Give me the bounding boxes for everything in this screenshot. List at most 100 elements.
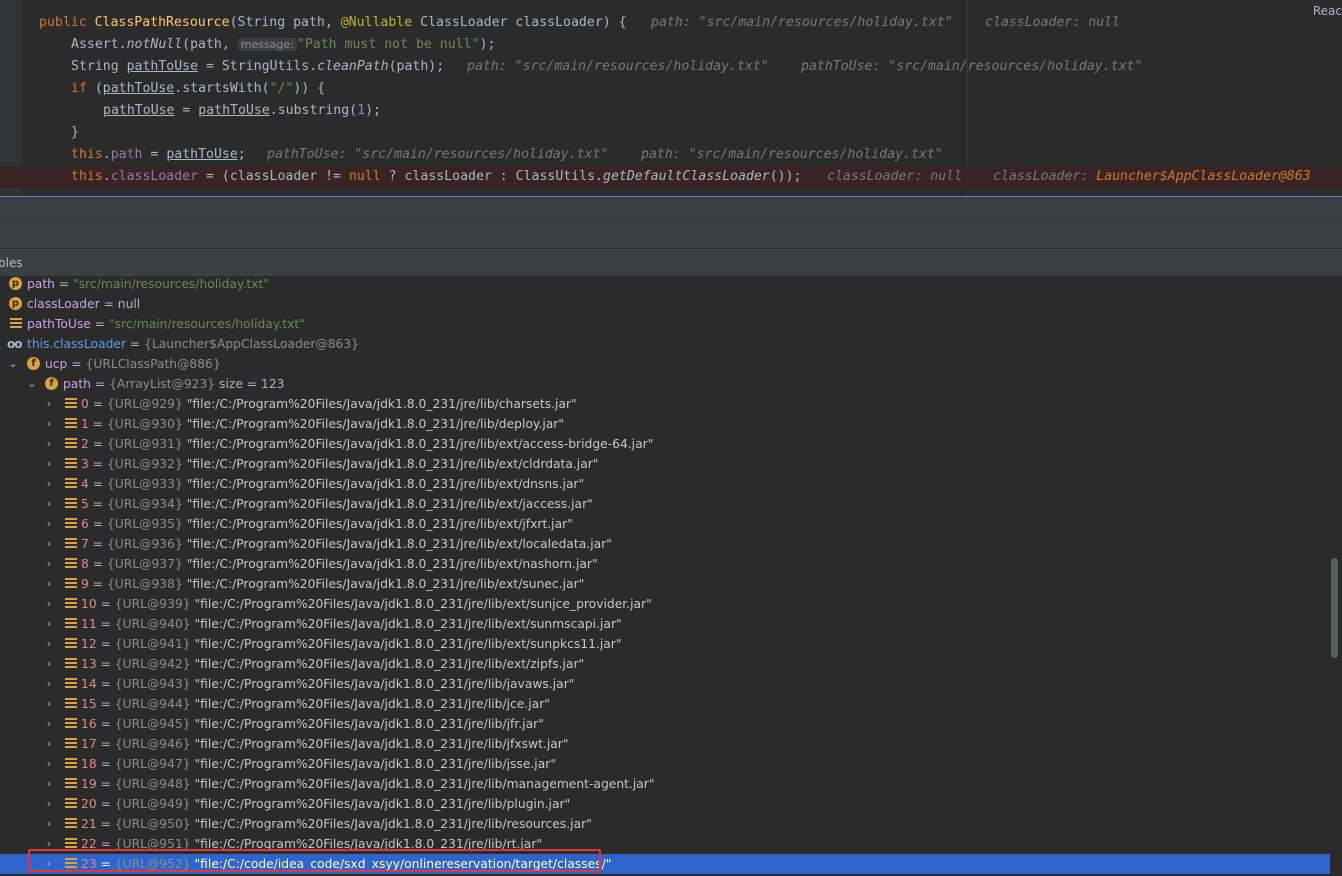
tree-row-url-entry[interactable]: › 10 = {URL@939} "file:/C:/Program%20File… — [0, 594, 1330, 614]
chevron-down-icon[interactable]: ⌄ — [8, 354, 18, 374]
tree-row-url-entry[interactable]: › 16 = {URL@945} "file:/C:/Program%20File… — [0, 714, 1330, 734]
number-literal: 1 — [357, 103, 366, 118]
entry-ref: {URL@935} — [106, 517, 183, 531]
tree-row-url-entry[interactable]: › 6 = {URL@935} "file:/C:/Program%20Files… — [0, 514, 1330, 534]
tree-row-ucp-path[interactable]: ⌄ f path = {ArrayList@923} size = 123 — [0, 374, 1330, 394]
parameter-icon: p — [9, 297, 22, 310]
tree-row-url-entry[interactable]: › 21 = {URL@950} "file:/C:/Program%20File… — [0, 814, 1330, 834]
chevron-right-icon[interactable]: › — [44, 594, 54, 614]
entry-ref: {URL@932} — [106, 457, 183, 471]
chevron-right-icon[interactable]: › — [44, 534, 54, 554]
equals-sign: = — [88, 577, 107, 591]
tree-row-url-entry[interactable]: › 17 = {URL@946} "file:/C:/Program%20File… — [0, 734, 1330, 754]
tree-row-ucp[interactable]: ⌄ f ucp = {URLClassPath@886} — [0, 354, 1330, 374]
tree-row-url-entry[interactable]: › 15 = {URL@944} "file:/C:/Program%20File… — [0, 694, 1330, 714]
chevron-right-icon[interactable]: › — [44, 814, 54, 834]
chevron-right-icon[interactable]: › — [44, 514, 54, 534]
chevron-right-icon[interactable]: › — [44, 774, 54, 794]
tree-row-url-entry[interactable]: › 7 = {URL@936} "file:/C:/Program%20Files… — [0, 534, 1330, 554]
chevron-right-icon[interactable]: › — [44, 674, 54, 694]
tree-row-url-entry[interactable]: › 18 = {URL@947} "file:/C:/Program%20File… — [0, 754, 1330, 774]
chevron-right-icon[interactable]: › — [44, 614, 54, 634]
code-text: Assert. — [71, 37, 127, 52]
chevron-right-icon[interactable]: › — [44, 394, 54, 414]
tree-row-url-entry[interactable]: › 5 = {URL@934} "file:/C:/Program%20Files… — [0, 494, 1330, 514]
chevron-right-icon[interactable]: › — [44, 474, 54, 494]
chevron-right-icon[interactable]: › — [44, 454, 54, 474]
chevron-right-icon[interactable]: › — [44, 794, 54, 814]
chevron-right-icon[interactable]: › — [44, 554, 54, 574]
array-element-icon — [65, 478, 77, 489]
inline-debug-hint: pathToUse: "src/main/resources/holiday.t… — [801, 59, 1143, 74]
method-call: cleanPath — [317, 59, 389, 74]
equals-sign: = — [90, 377, 110, 391]
entry-url: "file:/C:/Program%20Files/Java/jdk1.8.0_… — [186, 457, 599, 471]
tree-row-url-entry[interactable]: › 11 = {URL@940} "file:/C:/Program%20File… — [0, 614, 1330, 634]
var-value: {URLClassPath@886} — [85, 357, 221, 371]
chevron-right-icon[interactable]: › — [44, 714, 54, 734]
tree-row-url-entry[interactable]: › 19 = {URL@948} "file:/C:/Program%20File… — [0, 774, 1330, 794]
chevron-right-icon[interactable]: › — [44, 434, 54, 454]
array-element-icon — [65, 578, 77, 589]
chevron-right-icon[interactable]: › — [44, 694, 54, 714]
var-name: pathToUse — [27, 317, 91, 331]
tree-row-classloader[interactable]: p classLoader = null — [0, 294, 1330, 314]
tree-row-url-entry[interactable]: › 20 = {URL@949} "file:/C:/Program%20File… — [0, 794, 1330, 814]
debug-toolbar[interactable] — [0, 196, 1342, 223]
entry-index: 0 — [81, 397, 89, 411]
chevron-down-icon[interactable]: ⌄ — [27, 374, 37, 394]
tree-row-url-entry[interactable]: › 1 = {URL@930} "file:/C:/Program%20Files… — [0, 414, 1330, 434]
equals-sign: = — [54, 277, 74, 291]
chevron-right-icon[interactable]: › — [44, 734, 54, 754]
debug-subtoolbar[interactable] — [0, 222, 1342, 249]
tree-row-url-entry[interactable]: › 3 = {URL@932} "file:/C:/Program%20Files… — [0, 454, 1330, 474]
code-text: ClassLoader classLoader) { — [412, 15, 627, 30]
code-text: = — [174, 103, 199, 118]
chevron-right-icon[interactable]: › — [44, 754, 54, 774]
tree-scrollbar[interactable] — [1331, 558, 1338, 658]
chevron-right-icon[interactable]: › — [44, 414, 54, 434]
entry-ref: {URL@936} — [106, 537, 183, 551]
tree-row-pathtouse[interactable]: pathToUse = "src/main/resources/holiday.… — [0, 314, 1330, 334]
entry-url: "file:/C:/Program%20Files/Java/jdk1.8.0_… — [186, 497, 593, 511]
chevron-right-icon[interactable]: › — [44, 654, 54, 674]
chevron-right-icon[interactable]: › — [44, 634, 54, 654]
entry-index: 4 — [81, 477, 89, 491]
array-element-icon — [65, 518, 77, 529]
entry-ref: {URL@938} — [106, 577, 183, 591]
entry-ref: {URL@942} — [114, 657, 191, 671]
equals-sign: = — [88, 417, 107, 431]
code-editor[interactable]: Reac public ClassPathResource(String pat… — [0, 0, 1342, 196]
code-text: = — [142, 147, 167, 162]
equals-sign: = — [96, 617, 115, 631]
annotation-highlight-box — [28, 849, 601, 872]
tree-row-url-entry[interactable]: › 14 = {URL@943} "file:/C:/Program%20File… — [0, 674, 1330, 694]
code-text: ? classLoader : ClassUtils. — [380, 169, 603, 184]
tree-row-url-entry[interactable]: › 4 = {URL@933} "file:/C:/Program%20Files… — [0, 474, 1330, 494]
variable: pathToUse — [103, 103, 175, 118]
tree-row-url-entry[interactable]: › 13 = {URL@942} "file:/C:/Program%20File… — [0, 654, 1330, 674]
entry-index: 2 — [81, 437, 89, 451]
tree-row-url-entry[interactable]: › 12 = {URL@941} "file:/C:/Program%20File… — [0, 634, 1330, 654]
entry-ref: {URL@934} — [106, 497, 183, 511]
code-text: (path); — [388, 59, 445, 74]
tree-row-url-entry[interactable]: › 0 = {URL@929} "file:/C:/Program%20Files… — [0, 394, 1330, 414]
tree-row-url-entry[interactable]: › 9 = {URL@938} "file:/C:/Program%20Files… — [0, 574, 1330, 594]
tree-row-this-classloader[interactable]: oo this.classLoader = {Launcher$AppClass… — [0, 334, 1330, 354]
entry-ref: {URL@945} — [114, 717, 191, 731]
tree-row-path[interactable]: p path = "src/main/resources/holiday.txt… — [0, 274, 1330, 294]
array-element-icon — [65, 798, 77, 809]
code-text: } — [71, 125, 79, 140]
equals-sign: = — [88, 397, 107, 411]
chevron-right-icon[interactable]: › — [44, 494, 54, 514]
code-line-6: } — [0, 122, 1342, 144]
equals-sign: = — [88, 557, 107, 571]
code-text: ; — [237, 147, 246, 162]
method-call: notNull — [126, 37, 183, 52]
tree-row-url-entry[interactable]: › 8 = {URL@937} "file:/C:/Program%20Files… — [0, 554, 1330, 574]
tree-row-url-entry[interactable]: › 2 = {URL@931} "file:/C:/Program%20Files… — [0, 434, 1330, 454]
entry-url: "file:/C:/Program%20Files/Java/jdk1.8.0_… — [186, 437, 654, 451]
variables-tree[interactable]: p path = "src/main/resources/holiday.txt… — [0, 276, 1342, 876]
chevron-right-icon[interactable]: › — [44, 574, 54, 594]
code-line-4: if (pathToUse.startsWith("/")) { — [0, 78, 1342, 100]
